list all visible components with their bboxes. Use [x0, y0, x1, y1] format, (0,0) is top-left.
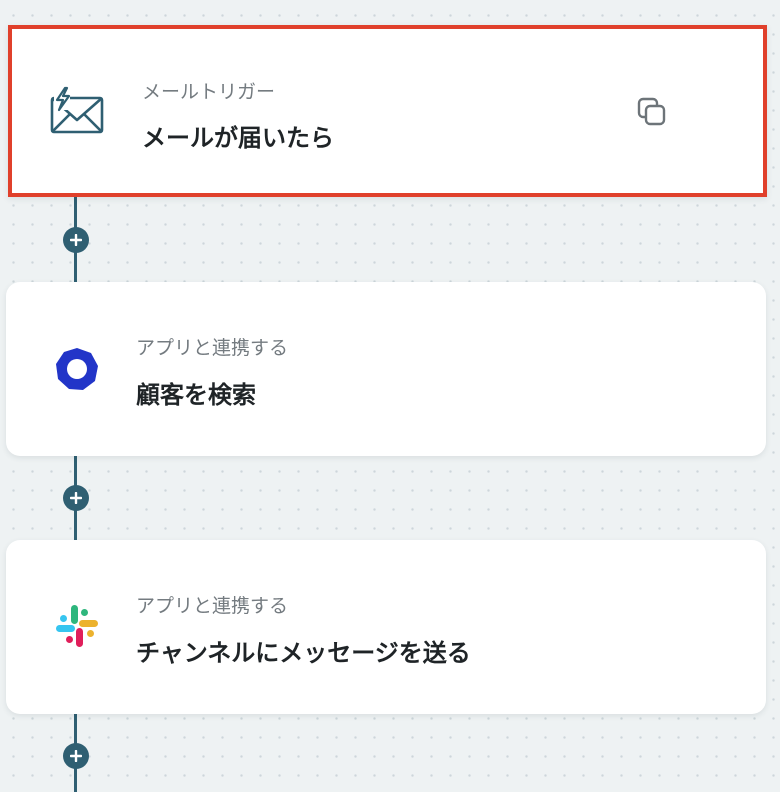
add-step-button[interactable]: [63, 743, 89, 769]
step-title: メールが届いたら: [142, 124, 334, 152]
flow-step-mail-trigger[interactable]: メールトリガー メールが届いたら: [8, 25, 767, 197]
plus-icon: [70, 492, 82, 504]
copy-icon: [637, 97, 666, 126]
app-logo-icon: [48, 340, 106, 398]
step-title: チャンネルにメッセージを送る: [136, 639, 471, 667]
step-type-label: メールトリガー: [142, 81, 276, 103]
mail-trigger-icon: [48, 82, 106, 140]
step-type-label: アプリと連携する: [136, 337, 289, 359]
flow-step-slack-send-message[interactable]: アプリと連携する チャンネルにメッセージを送る: [6, 540, 766, 714]
add-step-button[interactable]: [63, 227, 89, 253]
slack-icon: [48, 597, 106, 655]
copy-button[interactable]: [634, 94, 670, 130]
flow-step-app-search-customer[interactable]: アプリと連携する 顧客を検索: [6, 282, 766, 456]
add-step-button[interactable]: [63, 485, 89, 511]
step-type-label: アプリと連携する: [136, 595, 289, 617]
plus-icon: [70, 234, 82, 246]
step-title: 顧客を検索: [136, 381, 256, 409]
plus-icon: [70, 750, 82, 762]
